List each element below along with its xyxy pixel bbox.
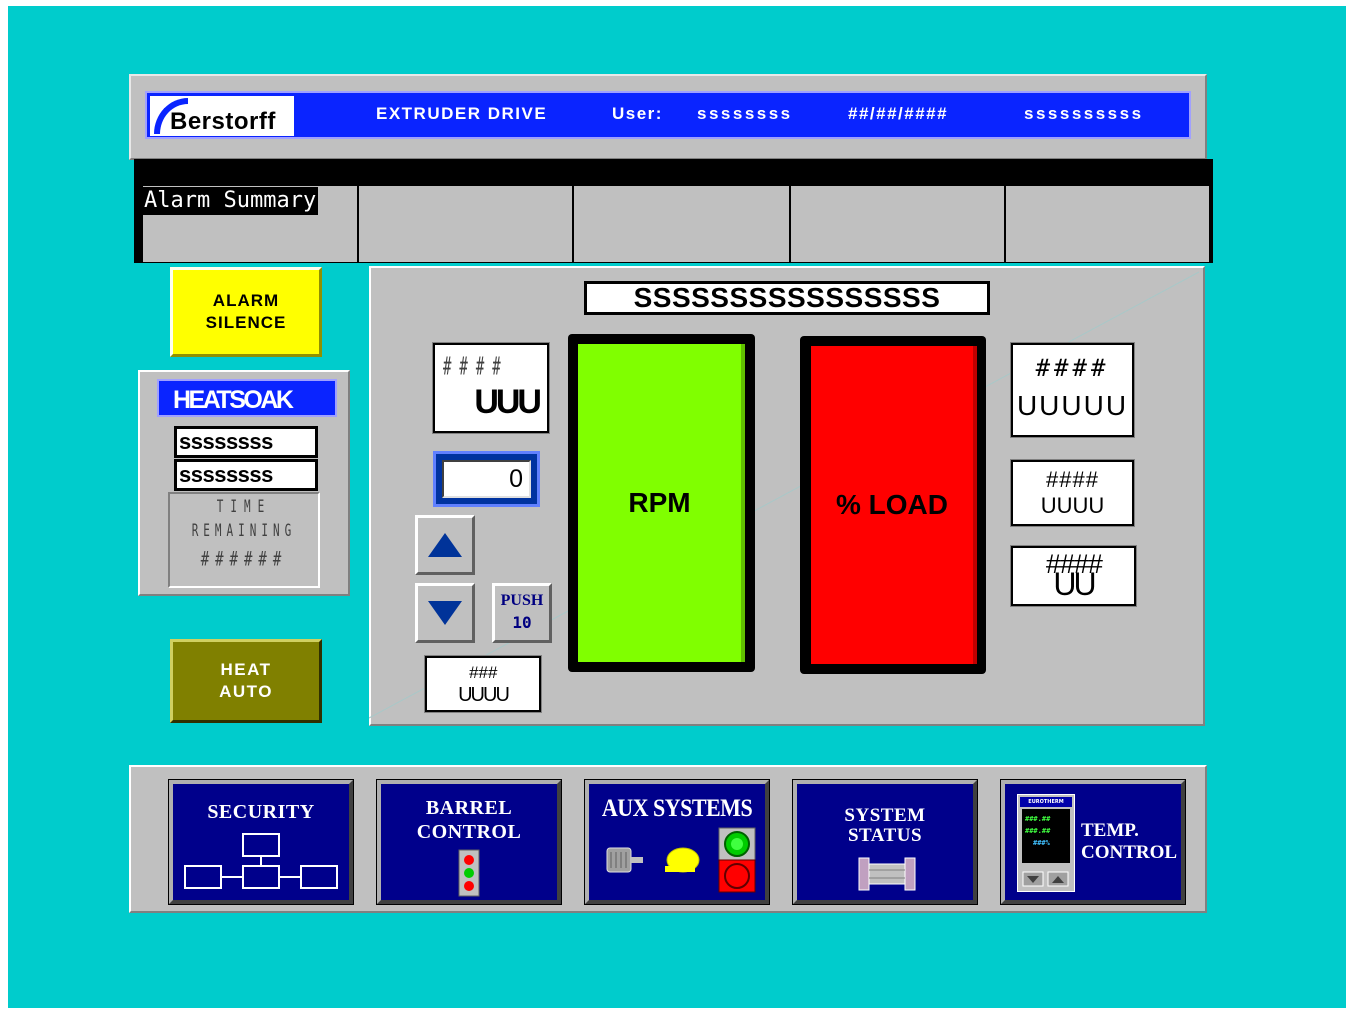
alarm-silence-label-1: ALARM	[212, 291, 280, 310]
load-label: % LOAD	[836, 489, 948, 520]
extruder-icon	[858, 857, 916, 891]
load-bar: % LOAD	[811, 346, 977, 664]
eurotherm-display: ###.## ###.## ###%	[1022, 809, 1070, 863]
berstorff-logo: Berstorff	[150, 96, 294, 136]
eurotherm-buttons-icon	[1022, 871, 1069, 887]
right-display-1-unit: UUUUU	[1016, 390, 1129, 421]
temp-control-button[interactable]: EUROTHERM ###.## ###.## ###% TEMP. CONTR…	[1000, 779, 1186, 905]
right-display-1: #### UUUUU	[1010, 342, 1135, 438]
aux-systems-button[interactable]: AUX SYSTEMS	[584, 779, 770, 905]
right-display-2-value: ####	[1046, 467, 1099, 492]
user-label: User:	[612, 104, 663, 123]
arrow-down-icon	[428, 601, 462, 625]
push-value: 10	[512, 613, 532, 632]
alarm-cell[interactable]	[791, 186, 1005, 262]
push-label: PUSH	[500, 592, 544, 609]
logo-text: Berstorff	[170, 108, 276, 135]
rpm-bar: RPM	[578, 344, 745, 662]
traffic-light-icon	[458, 849, 480, 897]
security-button[interactable]: SECURITY	[168, 779, 354, 905]
time-remaining-value: ######	[200, 548, 288, 572]
decrease-button[interactable]	[415, 583, 475, 643]
eurotherm-controller-icon: EUROTHERM ###.## ###.## ###%	[1017, 794, 1075, 892]
aux-label: AUX SYSTEMS	[601, 793, 753, 822]
rpm-label: RPM	[628, 487, 691, 518]
status-label-1: SYSTEM	[844, 805, 926, 826]
right-display-2: #### UUUU	[1010, 459, 1135, 527]
date-value: ##/##/####	[848, 104, 949, 123]
heat-auto-button[interactable]: HEAT AUTO	[170, 639, 322, 723]
security-label: SECURITY	[207, 801, 315, 823]
user-value: ssssssss	[697, 104, 793, 123]
heatsoak-field-2[interactable]: ssssssss	[174, 459, 318, 491]
right-display-1-value: ####	[1035, 354, 1110, 382]
right-display-3-unit: UU	[1053, 566, 1096, 602]
alarm-silence-button[interactable]: ALARM SILENCE	[170, 267, 322, 357]
remaining-label: REMAINING	[191, 520, 297, 541]
time-label: TIME	[216, 496, 272, 517]
setpoint-input[interactable]: 0	[442, 460, 531, 498]
temp-label-1: TEMP.	[1081, 820, 1139, 841]
heatsoak-title: HEATSOAK	[157, 379, 337, 417]
right-display-3: #### UU	[1010, 545, 1137, 607]
arrow-up-icon	[428, 533, 462, 557]
right-display-2-unit: UUUU	[1040, 493, 1105, 518]
motor-icon	[606, 847, 643, 873]
alarm-silence-label-2: SILENCE	[205, 313, 287, 332]
bottom-display-unit: UUUU	[458, 684, 510, 706]
alarm-cell[interactable]	[574, 186, 790, 262]
pump-icon	[665, 847, 700, 873]
alarm-cell[interactable]	[1006, 186, 1210, 262]
org-chart-icon	[184, 833, 338, 889]
heat-auto-label-1: HEAT	[220, 660, 272, 679]
heatsoak-field-1[interactable]: ssssssss	[174, 426, 318, 458]
bottom-display-value: ###	[468, 663, 498, 682]
time-remaining-display: TIME REMAINING ######	[168, 492, 320, 588]
drive-title: SSSSSSSSSSSSSSSS	[584, 281, 990, 315]
increase-button[interactable]	[415, 515, 475, 575]
speed-display: #### UUU	[432, 342, 550, 434]
barrel-control-button[interactable]: BARREL CONTROL	[376, 779, 562, 905]
bottom-display: ### UUUU	[424, 655, 542, 713]
status-label-2: STATUS	[847, 825, 923, 846]
heat-auto-label-2: AUTO	[219, 682, 273, 701]
system-status-button[interactable]: SYSTEM STATUS	[792, 779, 978, 905]
eurotherm-value-1: ###.##	[1025, 815, 1051, 823]
barrel-label-2: CONTROL	[416, 821, 522, 843]
speed-display-unit: UUU	[474, 383, 542, 421]
push-10-button[interactable]: PUSH 10	[492, 583, 552, 643]
eurotherm-value-2: ###.##	[1025, 827, 1051, 835]
temp-label-2: CONTROL	[1081, 842, 1178, 863]
alarm-cell[interactable]	[359, 186, 573, 262]
alarm-summary-title: Alarm Summary	[142, 187, 319, 215]
start-stop-icon	[718, 827, 756, 893]
eurotherm-value-3: ###%	[1033, 839, 1050, 847]
barrel-label-1: BARREL	[425, 797, 513, 819]
eurotherm-brand: EUROTHERM	[1020, 797, 1072, 807]
info-value: ssssssssss	[1024, 104, 1144, 123]
speed-display-value: ####	[443, 353, 509, 382]
screen-title: EXTRUDER DRIVE	[376, 104, 548, 123]
